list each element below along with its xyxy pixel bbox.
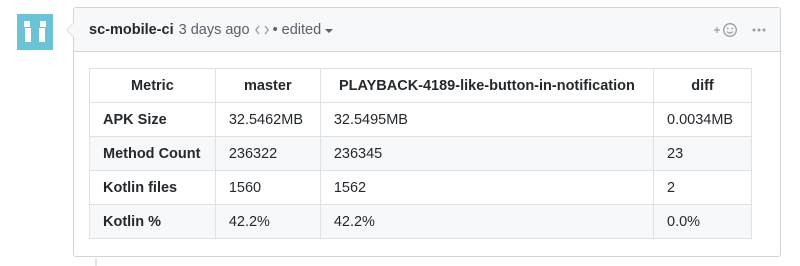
comment-body: Metric master PLAYBACK-4189-like-button-… bbox=[74, 52, 780, 239]
edited-label: edited bbox=[281, 21, 322, 38]
code-icon bbox=[254, 25, 269, 35]
avatar[interactable] bbox=[15, 12, 55, 52]
comment-actions bbox=[712, 22, 766, 38]
diff-value-cell: 0.0034MB bbox=[653, 102, 752, 137]
comment-header: sc-mobile-ci 3 days ago • edited bbox=[74, 8, 780, 52]
kebab-horizontal-icon bbox=[752, 28, 766, 31]
diff-value-cell: 2 bbox=[653, 170, 752, 205]
header-master: master bbox=[214, 68, 321, 103]
master-value-cell: 32.5462MB bbox=[214, 102, 321, 137]
header-diff: diff bbox=[653, 68, 752, 103]
metric-name-cell: Kotlin % bbox=[89, 204, 216, 239]
diff-value-cell: 0.0% bbox=[653, 204, 752, 239]
comment-author-link[interactable]: sc-mobile-ci bbox=[89, 22, 174, 38]
timeline-connector bbox=[95, 258, 97, 266]
add-reaction-button[interactable] bbox=[712, 22, 738, 38]
metric-name-cell: APK Size bbox=[89, 102, 216, 137]
identicon-avatar bbox=[15, 12, 55, 52]
table-row: Method Count 236322 236345 23 bbox=[89, 136, 752, 171]
metric-name-cell: Kotlin files bbox=[89, 170, 216, 205]
comment-timestamp-link[interactable]: 3 days ago bbox=[179, 22, 250, 38]
caret-down-icon bbox=[325, 28, 334, 33]
header-metric: Metric bbox=[89, 68, 216, 103]
more-options-button[interactable] bbox=[752, 28, 766, 32]
header-branch: PLAYBACK-4189-like-button-in-notificatio… bbox=[319, 68, 655, 103]
table-row: Kotlin % 42.2% 42.2% 0.0% bbox=[89, 204, 752, 239]
issue-timeline: sc-mobile-ci 3 days ago • edited Metric … bbox=[0, 0, 800, 266]
branch-value-cell: 32.5495MB bbox=[319, 102, 655, 137]
edited-dropdown[interactable]: edited bbox=[282, 22, 334, 38]
branch-value-cell: 42.2% bbox=[319, 204, 655, 239]
table-row: APK Size 32.5462MB 32.5495MB 0.0034MB bbox=[89, 102, 752, 137]
master-value-cell: 1560 bbox=[214, 170, 321, 205]
comment-box: sc-mobile-ci 3 days ago • edited Metric … bbox=[66, 7, 781, 257]
table-header-row: Metric master PLAYBACK-4189-like-button-… bbox=[89, 68, 752, 103]
metric-name-cell: Method Count bbox=[89, 136, 216, 171]
metrics-table: Metric master PLAYBACK-4189-like-button-… bbox=[89, 68, 752, 239]
master-value-cell: 236322 bbox=[214, 136, 321, 171]
diff-value-cell: 23 bbox=[653, 136, 752, 171]
add-reaction-icon bbox=[714, 22, 737, 37]
branch-value-cell: 236345 bbox=[319, 136, 655, 171]
separator-bullet: • bbox=[272, 21, 278, 38]
table-row: Kotlin files 1560 1562 2 bbox=[89, 170, 752, 205]
branch-value-cell: 1562 bbox=[319, 170, 655, 205]
master-value-cell: 42.2% bbox=[214, 204, 321, 239]
